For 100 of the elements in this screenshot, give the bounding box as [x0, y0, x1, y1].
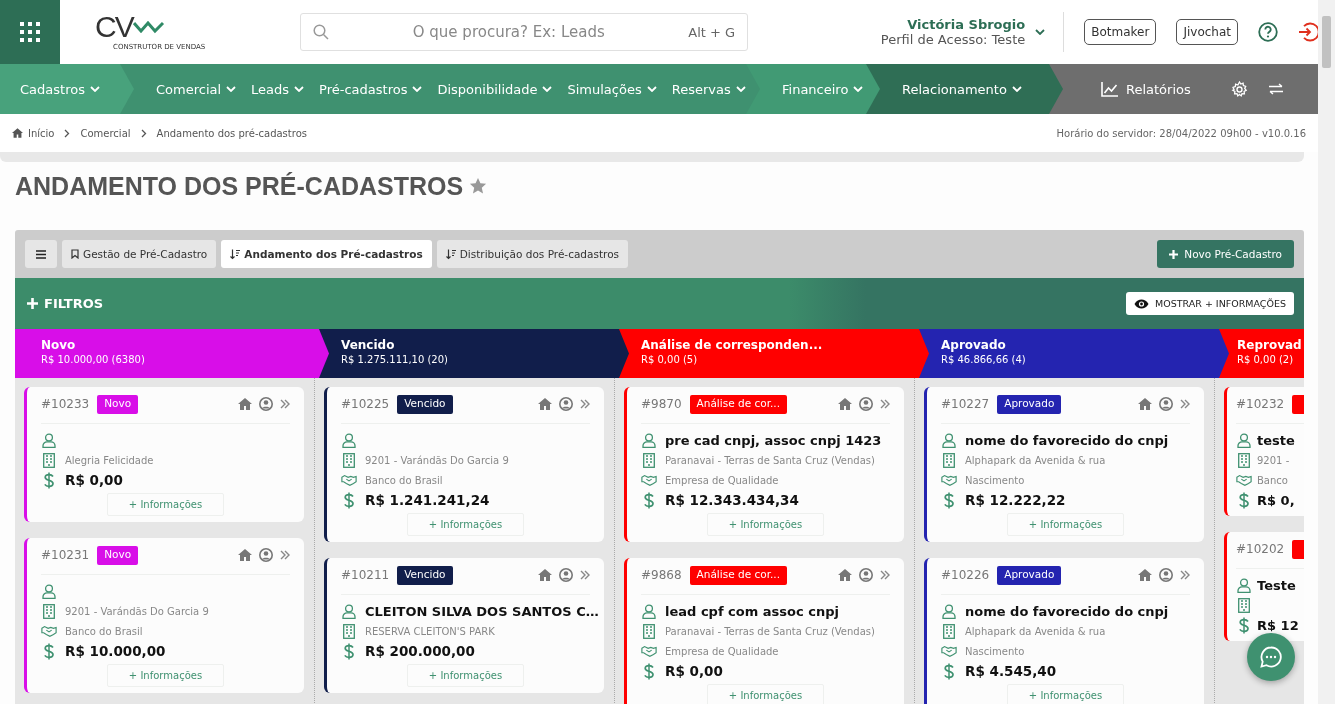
- nav-menu-item[interactable]: Reservas: [671, 81, 746, 97]
- logout-icon[interactable]: [1298, 22, 1318, 42]
- home-icon[interactable]: [1138, 398, 1152, 410]
- home-icon[interactable]: [1138, 569, 1152, 581]
- card-id: #10233: [41, 397, 90, 411]
- header-button[interactable]: Jivochat: [1176, 19, 1238, 45]
- lead-name: teste: [1257, 432, 1295, 448]
- double-chevron-icon[interactable]: [580, 570, 590, 580]
- apps-menu-button[interactable]: [0, 0, 60, 64]
- dollar-icon: [41, 642, 57, 660]
- double-chevron-icon[interactable]: [580, 399, 590, 409]
- lead-card[interactable]: #10227 Aprovado nome do favorecido do cnpj Alphapark da Avenida & rua Nascimento R$ 12.222,22 + Informações: [924, 387, 1204, 542]
- more-info-button[interactable]: + Informações: [407, 664, 524, 687]
- more-info-button[interactable]: + Informações: [707, 684, 824, 704]
- more-info-button[interactable]: + Informações: [107, 493, 224, 516]
- stage-total: R$ 0,00 (2): [1237, 354, 1295, 365]
- user-icon[interactable]: [859, 568, 873, 582]
- show-more-button[interactable]: MOSTRAR + INFORMAÇÕES: [1126, 292, 1294, 315]
- status-badge: Análise de cor...: [689, 394, 787, 414]
- nav-menu-item[interactable]: Financeiro: [782, 81, 864, 97]
- breadcrumb-link[interactable]: Comercial: [80, 127, 131, 139]
- user-name[interactable]: Victória Sbrogio: [880, 17, 1026, 32]
- double-chevron-icon[interactable]: [1180, 570, 1190, 580]
- user-icon[interactable]: [559, 568, 573, 582]
- nav-menu-item[interactable]: Leads: [251, 81, 305, 97]
- nav-menu-item[interactable]: Pré-cadastros: [319, 81, 423, 97]
- user-icon[interactable]: [859, 397, 873, 411]
- header-button[interactable]: Botmaker: [1084, 19, 1157, 45]
- search-icon: [313, 24, 330, 40]
- nav-menu-item[interactable]: Comercial: [156, 81, 237, 97]
- user-icon[interactable]: [259, 548, 273, 562]
- caret-icon: [294, 86, 305, 92]
- settings-icon[interactable]: [1230, 80, 1248, 98]
- dollar-icon: [41, 471, 57, 489]
- lead-card[interactable]: #10226 Aprovado nome do favorecido do cnpj Alphapark da Avenida & rua Nascimento R$ 4.545,40 + Informações: [924, 558, 1204, 704]
- dollar-icon: [641, 491, 657, 509]
- grid-icon: [19, 21, 41, 43]
- star-icon[interactable]: [469, 177, 488, 195]
- swap-icon[interactable]: [1267, 83, 1284, 95]
- home-icon[interactable]: [538, 569, 552, 581]
- view-tab[interactable]: Distribuição dos Pré-cadastros: [436, 240, 629, 268]
- breadcrumb-link[interactable]: Início: [28, 127, 55, 139]
- more-info-button[interactable]: + Informações: [707, 513, 824, 536]
- more-info-button[interactable]: + Informações: [107, 664, 224, 687]
- person-icon: [41, 583, 57, 599]
- menu-button[interactable]: [25, 240, 57, 268]
- help-icon[interactable]: [1258, 22, 1278, 42]
- filters-toggle[interactable]: FILTROS: [27, 296, 104, 311]
- bookmark-icon: [71, 249, 79, 259]
- handshake-icon: [41, 625, 57, 637]
- new-pre-registration-button[interactable]: Novo Pré-Cadastro: [1157, 240, 1294, 268]
- user-icon[interactable]: [1159, 568, 1173, 582]
- more-info-button[interactable]: + Informações: [407, 513, 524, 536]
- lead-card[interactable]: #10233 Novo Alegria Felicidade R$ 0,00 + Informações: [24, 387, 304, 522]
- user-profile: Perfil de Acesso: Teste: [880, 32, 1026, 47]
- home-icon[interactable]: [238, 549, 252, 561]
- handshake-icon: [1236, 474, 1252, 486]
- person-icon: [941, 432, 957, 448]
- double-chevron-icon[interactable]: [880, 570, 890, 580]
- view-tab[interactable]: Gestão de Pré-Cadastro: [62, 240, 217, 268]
- home-icon[interactable]: [838, 569, 852, 581]
- lead-card[interactable]: #10232 teste 9201 - Banco R$ 0,: [1224, 387, 1304, 516]
- lead-card[interactable]: #9868 Análise de cor... lead cpf com assoc cnpj Paranavai - Terras de Santa Cruz (Vendas) Empresa de Qualidade R$ 0,00 + Informações: [624, 558, 904, 704]
- person-icon: [341, 432, 357, 448]
- breadcrumb-link[interactable]: Andamento dos pré-cadastros: [156, 127, 307, 139]
- lead-name: nome do favorecido do cnpj: [965, 603, 1169, 619]
- lead-card[interactable]: #9870 Análise de cor... pre cad cnpj, assoc cnpj 1423 Paranavai - Terras de Santa Cruz (Vendas) Empresa de Qualidade R$ 12.343.434,34 + Informações: [624, 387, 904, 542]
- sort-icon: [230, 248, 241, 260]
- search-box[interactable]: O que procura? Ex: Leads Alt + G: [300, 13, 749, 51]
- double-chevron-icon[interactable]: [880, 399, 890, 409]
- user-icon[interactable]: [259, 397, 273, 411]
- double-chevron-icon[interactable]: [280, 550, 290, 560]
- handshake-icon: [341, 474, 357, 486]
- more-info-button[interactable]: + Informações: [1007, 513, 1124, 536]
- caret-icon[interactable]: [1035, 29, 1046, 35]
- nav-menu-item[interactable]: Relacionamento: [902, 81, 1022, 97]
- scrollbar[interactable]: [1318, 0, 1335, 704]
- status-badge: Novo: [97, 394, 139, 414]
- search-field[interactable]: O que procura? Ex: Leads: [339, 22, 679, 42]
- lead-card[interactable]: #10211 Vencido CLEITON SILVA DOS SANTOS C… RESERVA CLEITON'S PARK R$ 200.000,00 + Informações: [324, 558, 604, 693]
- lead-card[interactable]: #10202 Teste R$ 12: [1224, 532, 1304, 641]
- lead-card[interactable]: #10225 Vencido 9201 - Varándãs Do Garcia 9 Banco do Brasil R$ 1.241.241,24 + Informações: [324, 387, 604, 542]
- nav-menu-item[interactable]: Cadastros: [20, 81, 100, 97]
- user-icon[interactable]: [559, 397, 573, 411]
- user-icon[interactable]: [1159, 397, 1173, 411]
- view-tab[interactable]: Andamento dos Pré-cadastros: [221, 240, 432, 268]
- home-icon[interactable]: [238, 398, 252, 410]
- reports-link[interactable]: Relatórios: [1101, 81, 1191, 97]
- nav-menu-item[interactable]: Disponibilidade: [437, 81, 553, 97]
- double-chevron-icon[interactable]: [280, 399, 290, 409]
- nav-menu-item[interactable]: Simulações: [567, 81, 657, 97]
- card-value: R$ 4.545,40: [965, 663, 1057, 679]
- card-id: #10225: [341, 397, 390, 411]
- home-icon[interactable]: [838, 398, 852, 410]
- lead-card[interactable]: #10231 Novo 9201 - Varándãs Do Garcia 9 Banco do Brasil R$ 10.000,00 + Informações: [24, 538, 304, 693]
- home-icon[interactable]: [538, 398, 552, 410]
- double-chevron-icon[interactable]: [1180, 399, 1190, 409]
- server-time: Horário do servidor: 28/04/2022 09h00 - v10.0.16: [1056, 127, 1306, 139]
- more-info-button[interactable]: + Informações: [1007, 684, 1124, 704]
- card-id: #10226: [941, 568, 990, 582]
